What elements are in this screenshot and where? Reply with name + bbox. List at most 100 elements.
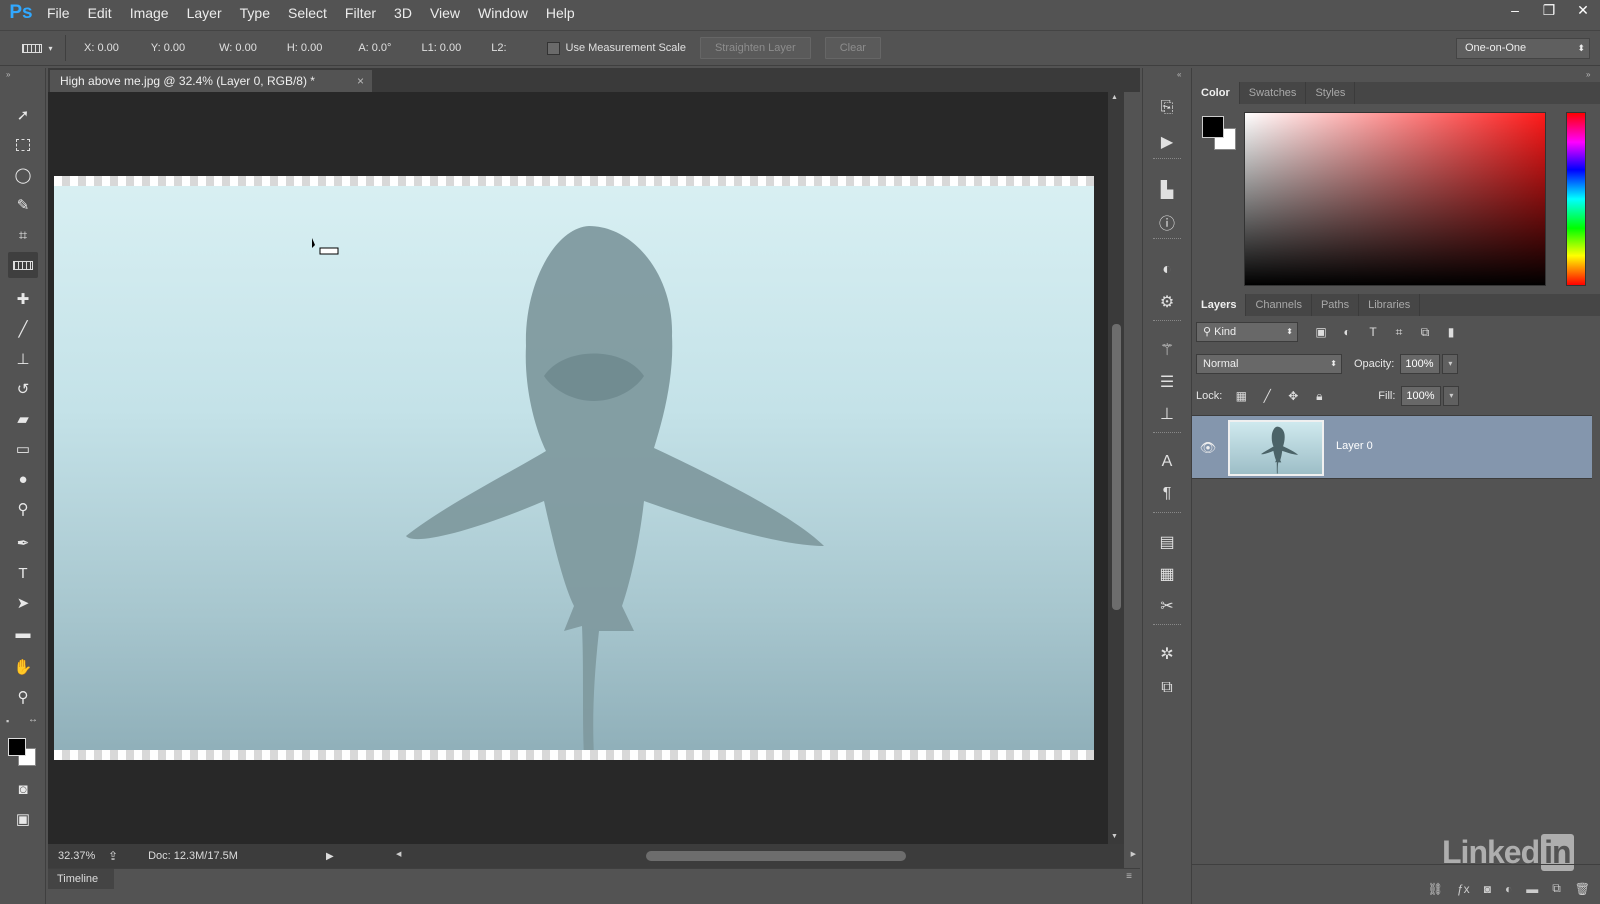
link-layers-icon[interactable]: ⛓	[1428, 882, 1443, 896]
menu-window[interactable]: Window	[469, 0, 537, 26]
trash-icon[interactable]: 🗑︎	[1575, 882, 1590, 896]
default-colors-icon[interactable]: ▪	[6, 716, 9, 726]
minimize-button[interactable]: –	[1498, 0, 1532, 20]
blur-tool-icon[interactable]: ●	[8, 466, 38, 492]
gradient-tool-icon[interactable]: ▭	[8, 436, 38, 462]
export-icon[interactable]: ⇪	[108, 849, 118, 863]
zoom-level[interactable]: 32.37%	[58, 850, 102, 862]
menu-select[interactable]: Select	[279, 0, 336, 26]
menu-3d[interactable]: 3D	[385, 0, 421, 26]
crop-tool-icon[interactable]: ⌗	[8, 222, 38, 248]
horizontal-scroll-thumb[interactable]	[646, 851, 906, 861]
timeline-tab[interactable]: Timeline	[48, 869, 114, 889]
lasso-tool-icon[interactable]: ◯	[8, 162, 38, 188]
screen-mode-icon[interactable]: ▣	[8, 806, 38, 832]
menu-filter[interactable]: Filter	[336, 0, 385, 26]
character-styles-icon[interactable]: ▤	[1154, 530, 1180, 554]
tab-color[interactable]: Color	[1192, 82, 1240, 104]
status-menu-arrow-icon[interactable]: ▶	[326, 851, 334, 862]
properties-icon[interactable]: ⚙	[1154, 290, 1180, 314]
healing-brush-tool-icon[interactable]: ✚	[8, 286, 38, 312]
opacity-input[interactable]: 100%	[1400, 354, 1441, 374]
collapse-dock-icon[interactable]: «	[1177, 70, 1181, 79]
lock-transparent-icon[interactable]: ▦	[1232, 387, 1250, 405]
history-icon[interactable]: ⎘	[1154, 96, 1180, 120]
document-tab[interactable]: High above me.jpg @ 32.4% (Layer 0, RGB/…	[50, 70, 372, 92]
straighten-layer-button[interactable]: Straighten Layer	[699, 37, 811, 59]
pen-tool-icon[interactable]: ✒	[8, 530, 38, 556]
history-brush-tool-icon[interactable]: ↺	[8, 376, 38, 402]
clone-source-icon[interactable]: ⊥	[1154, 402, 1180, 426]
new-group-icon[interactable]: ▬	[1526, 882, 1538, 896]
shape-filter-icon[interactable]: ⌗	[1390, 323, 1408, 341]
zoom-tool-icon[interactable]: ⚲	[8, 684, 38, 710]
info-icon[interactable]: ⓘ	[1154, 210, 1180, 234]
brush-tool-icon[interactable]: ╱	[8, 316, 38, 342]
character-icon[interactable]: A	[1154, 450, 1180, 474]
tab-swatches[interactable]: Swatches	[1240, 82, 1307, 104]
layer-row[interactable]: 👁︎ Layer 0	[1192, 415, 1592, 479]
new-adjustment-icon[interactable]: ◐	[1505, 882, 1512, 896]
panel-menu-icon[interactable]: ≡	[1126, 871, 1132, 882]
notes-icon[interactable]: ▦	[1154, 562, 1180, 586]
clone-stamp-tool-icon[interactable]: ⊥	[8, 346, 38, 372]
close-window-button[interactable]: ✕	[1566, 0, 1600, 20]
tab-channels[interactable]: Channels	[1246, 294, 1312, 316]
menu-type[interactable]: Type	[231, 0, 279, 26]
expand-panel-icon[interactable]: »	[6, 70, 10, 79]
color-field[interactable]	[1244, 112, 1546, 286]
menu-view[interactable]: View	[421, 0, 469, 26]
scroll-right-icon[interactable]: ▶	[1131, 850, 1136, 858]
workspace-select[interactable]: One-on-One ⬍	[1456, 38, 1590, 59]
layer-thumbnail[interactable]	[1228, 420, 1324, 476]
tab-paths[interactable]: Paths	[1312, 294, 1360, 316]
document-image[interactable]	[54, 176, 1094, 760]
tab-layers[interactable]: Layers	[1192, 294, 1247, 316]
dodge-tool-icon[interactable]: ⚲	[8, 496, 38, 522]
foreground-color-swatch[interactable]	[8, 738, 26, 756]
restore-button[interactable]: ❐	[1532, 0, 1566, 20]
smart-object-filter-icon[interactable]: ⧉	[1416, 323, 1434, 341]
quick-selection-tool-icon[interactable]: ✎	[8, 192, 38, 218]
menu-help[interactable]: Help	[537, 0, 584, 26]
fill-slider-toggle[interactable]: ▾	[1443, 386, 1460, 406]
brush-presets-icon[interactable]: ⚚	[1154, 338, 1180, 362]
measurement-scale-checkbox[interactable]	[546, 41, 560, 55]
tab-styles[interactable]: Styles	[1306, 82, 1356, 104]
hue-slider[interactable]	[1566, 112, 1586, 286]
quick-mask-icon[interactable]: ◙	[8, 776, 38, 802]
eraser-tool-icon[interactable]: ▰	[8, 406, 38, 432]
canvas-area[interactable]	[48, 92, 1108, 844]
fill-input[interactable]: 100%	[1401, 386, 1442, 406]
horizontal-scrollbar[interactable]: ◀ ▶	[396, 850, 1136, 862]
lock-image-icon[interactable]: ╱	[1258, 387, 1276, 405]
path-selection-tool-icon[interactable]: ➤	[8, 590, 38, 616]
actions-icon[interactable]: ▶	[1154, 130, 1180, 154]
lock-all-icon[interactable]: 🔒︎	[1310, 387, 1328, 405]
3d-icon[interactable]: ✲	[1154, 642, 1180, 666]
paragraph-icon[interactable]: ¶	[1154, 482, 1180, 506]
menu-image[interactable]: Image	[121, 0, 178, 26]
type-filter-icon[interactable]: T	[1364, 323, 1382, 341]
collapse-panels-icon[interactable]: »	[1586, 70, 1590, 79]
tool-preset-picker[interactable]: ▾	[10, 35, 66, 61]
filter-toggle-icon[interactable]: ▮	[1442, 323, 1460, 341]
filter-kind-select[interactable]: ⚲ Kind ⬍	[1196, 322, 1298, 342]
new-layer-icon[interactable]: ⧉	[1552, 881, 1561, 896]
rectangle-tool-icon[interactable]: ▬	[8, 620, 38, 646]
vertical-scrollbar[interactable]: ▲ ▼	[1108, 92, 1124, 844]
vertical-scroll-thumb[interactable]	[1112, 324, 1121, 610]
lock-position-icon[interactable]: ✥	[1284, 387, 1302, 405]
marquee-tool-icon[interactable]	[8, 132, 38, 158]
menu-edit[interactable]: Edit	[79, 0, 121, 26]
opacity-slider-toggle[interactable]: ▾	[1442, 354, 1459, 374]
brush-settings-icon[interactable]: ☰	[1154, 370, 1180, 394]
add-mask-icon[interactable]: ◙	[1484, 882, 1491, 896]
move-tool-icon[interactable]: ➚	[8, 102, 38, 128]
type-tool-icon[interactable]: T	[8, 560, 38, 586]
close-tab-icon[interactable]: ×	[357, 70, 364, 92]
color-panel-foreground-swatch[interactable]	[1202, 116, 1224, 138]
menu-layer[interactable]: Layer	[178, 0, 231, 26]
layer-comps-icon[interactable]: ⧉	[1154, 676, 1180, 700]
measurement-scale-option[interactable]: Use Measurement Scale	[546, 41, 686, 55]
